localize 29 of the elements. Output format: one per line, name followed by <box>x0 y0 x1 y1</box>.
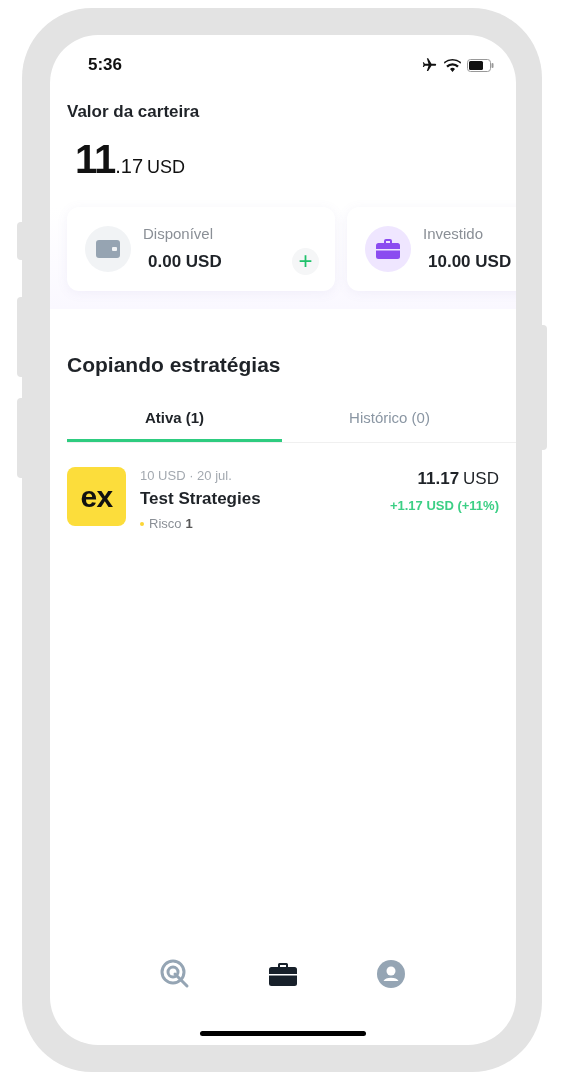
strategy-value: 11.17 <box>417 468 460 490</box>
portfolio-currency: USD <box>147 155 186 179</box>
briefcase-icon <box>365 225 411 272</box>
balance-label: Investido <box>423 224 485 244</box>
portfolio-value: 11 <box>75 135 116 183</box>
strategy-meta: 10 USD · 20 jul. <box>140 467 233 485</box>
strategy-logo: ex <box>67 467 126 526</box>
risk-label: Risco <box>149 515 182 533</box>
balance-label: Disponível <box>143 224 215 244</box>
airplane-icon <box>421 57 438 73</box>
target-cursor-icon <box>160 959 190 989</box>
section-title: Copiando estratégias <box>66 351 282 378</box>
tab[interactable]: Histórico (0) <box>282 398 497 442</box>
wallet-icon <box>85 225 131 272</box>
balance-value: 10.00 USD <box>428 250 512 273</box>
add-funds-button[interactable]: + <box>292 247 319 275</box>
briefcase-icon <box>269 962 297 986</box>
strategy-change: +1.17 USD (+11%) <box>389 496 499 515</box>
strategy-name: Test Strategies <box>140 487 261 510</box>
profile-icon <box>377 960 405 988</box>
risk-value: 1 <box>185 515 193 533</box>
balance-value: 0.00 USD <box>148 250 222 273</box>
tab[interactable]: Ativa (1) <box>67 398 282 442</box>
wifi-icon <box>444 58 461 72</box>
portfolio-decimals: .17 <box>115 154 144 179</box>
strategy-currency: USD <box>463 468 499 490</box>
portfolio-label: Valor da carteira <box>67 101 201 123</box>
battery-icon <box>467 58 494 72</box>
status-time: 5:36 <box>88 54 123 77</box>
